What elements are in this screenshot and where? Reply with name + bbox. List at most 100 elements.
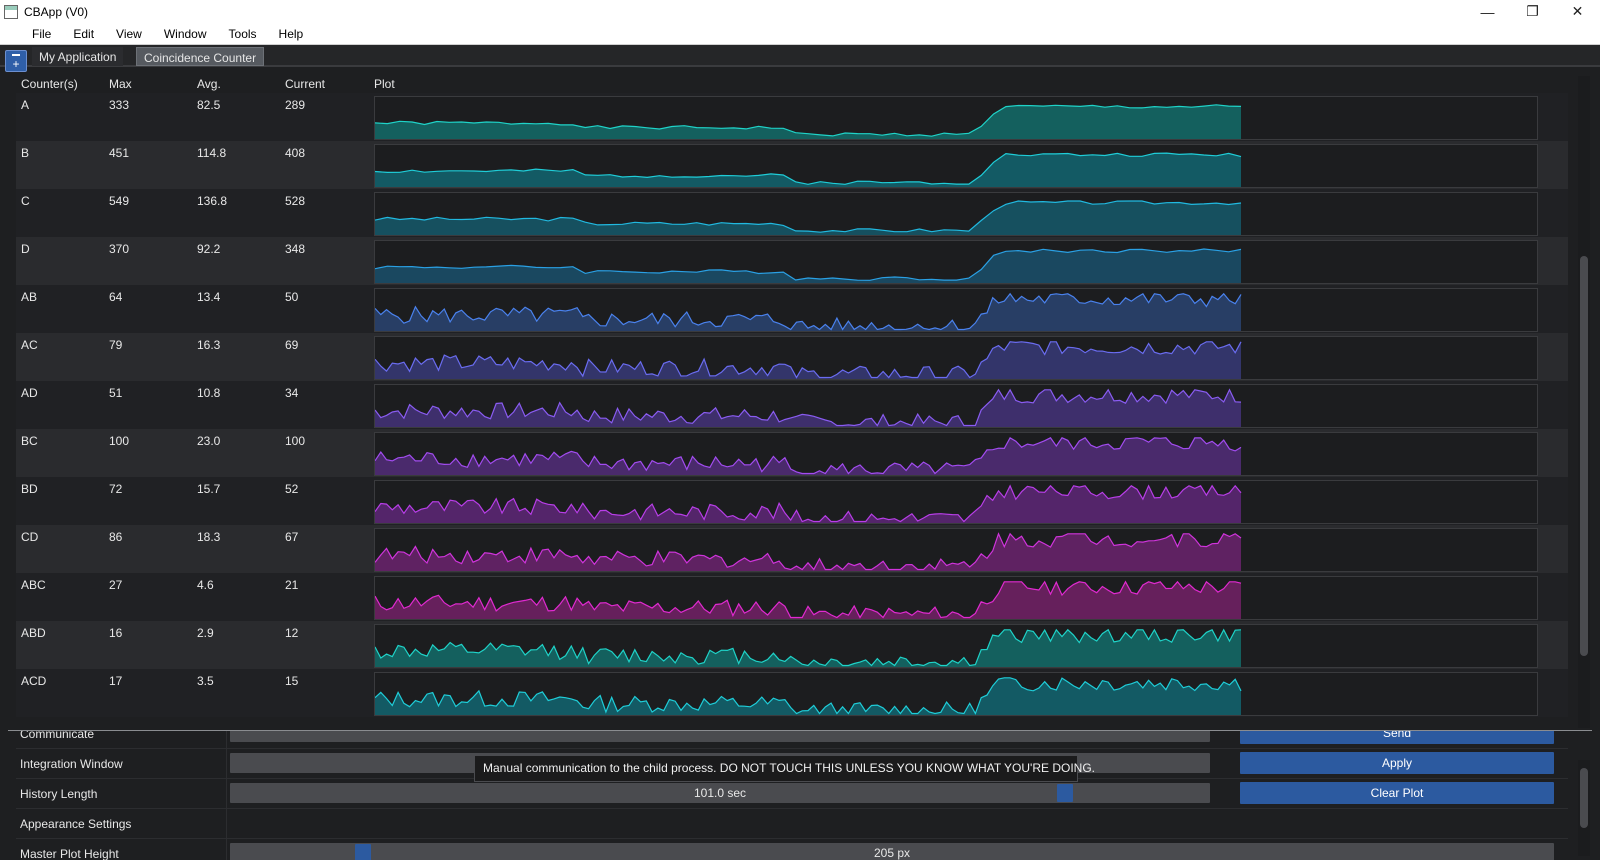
- menu-tools[interactable]: Tools: [219, 27, 269, 41]
- table-row: AD 51 10.8 34: [16, 381, 1568, 429]
- counter-plot[interactable]: [374, 672, 1538, 716]
- counter-current: 21: [285, 578, 299, 592]
- menu-bar: File Edit View Window Tools Help: [0, 23, 1600, 45]
- communicate-label: Communicate: [20, 731, 95, 741]
- counter-avg: 82.5: [197, 98, 221, 112]
- counter-max: 333: [109, 98, 130, 112]
- menu-edit[interactable]: Edit: [63, 27, 106, 41]
- settings-scrollbar[interactable]: [1578, 760, 1590, 856]
- menu-file[interactable]: File: [22, 27, 63, 41]
- integration-window-label: Integration Window: [20, 757, 123, 771]
- counter-avg: 15.7: [197, 482, 221, 496]
- counter-avg: 16.3: [197, 338, 221, 352]
- table-scrollbar[interactable]: [1578, 76, 1590, 728]
- table-row: AB 64 13.4 50: [16, 285, 1568, 333]
- counter-plot[interactable]: [374, 624, 1538, 668]
- apply-button[interactable]: Apply: [1240, 752, 1554, 774]
- counter-max: 27: [109, 578, 123, 592]
- counter-plot[interactable]: [374, 144, 1538, 188]
- counter-name: ABD: [21, 626, 46, 640]
- history-length-label: History Length: [20, 787, 98, 801]
- counter-name: BC: [21, 434, 38, 448]
- table-scrollbar-thumb[interactable]: [1580, 256, 1588, 656]
- counter-current: 100: [285, 434, 306, 448]
- table-row: ACD 17 3.5 15: [16, 669, 1568, 717]
- dock-menu-button[interactable]: +: [5, 50, 27, 72]
- window-controls: — ❐ ✕: [1465, 0, 1600, 23]
- table-row: BD 72 15.7 52: [16, 477, 1568, 525]
- close-button[interactable]: ✕: [1555, 0, 1600, 23]
- sparkline-area: [375, 677, 1241, 715]
- header-plot: Plot: [374, 77, 395, 91]
- counter-avg: 10.8: [197, 386, 221, 400]
- menu-view[interactable]: View: [106, 27, 154, 41]
- table-row: ABD 16 2.9 12: [16, 621, 1568, 669]
- table-row: C 549 136.8 528: [16, 189, 1568, 237]
- counter-max: 16: [109, 626, 123, 640]
- sparkline-area: [375, 533, 1241, 571]
- menu-window[interactable]: Window: [154, 27, 219, 41]
- history-length-row: History Length 101.0 sec Clear Plot: [16, 779, 1568, 809]
- table-row: AC 79 16.3 69: [16, 333, 1568, 381]
- menu-help[interactable]: Help: [269, 27, 316, 41]
- counter-avg: 4.6: [197, 578, 214, 592]
- send-button[interactable]: Send: [1240, 731, 1554, 744]
- sparkline-area: [375, 341, 1241, 379]
- counter-avg: 136.8: [197, 194, 228, 208]
- counter-plot[interactable]: [374, 96, 1538, 140]
- counter-plot[interactable]: [374, 480, 1538, 524]
- table-header: Counter(s) Max Avg. Current Plot: [16, 76, 1568, 93]
- window-title: CBApp (V0): [24, 4, 89, 19]
- communicate-row: Communicate Send: [16, 731, 1568, 749]
- clear-plot-button[interactable]: Clear Plot: [1240, 782, 1554, 804]
- table-row: D 370 92.2 348: [16, 237, 1568, 285]
- sparkline-chart: [375, 200, 1242, 235]
- restore-button[interactable]: ❐: [1510, 0, 1555, 23]
- master-plot-height-row: Master Plot Height 205 px: [16, 839, 1568, 860]
- tab-my-application[interactable]: My Application: [32, 47, 124, 66]
- table-row: A 333 82.5 289: [16, 93, 1568, 141]
- sparkline-chart: [375, 104, 1242, 139]
- sparkline-chart: [375, 436, 1242, 475]
- counter-current: 50: [285, 290, 299, 304]
- header-max: Max: [109, 77, 132, 91]
- table-row: B 451 114.8 408: [16, 141, 1568, 189]
- sparkline-chart: [375, 484, 1242, 523]
- communicate-input[interactable]: [230, 731, 1210, 742]
- title-bar: CBApp (V0) — ❐ ✕: [0, 0, 1600, 23]
- counter-plot[interactable]: [374, 336, 1538, 380]
- sparkline-chart: [375, 532, 1242, 571]
- counter-max: 86: [109, 530, 123, 544]
- counter-name: ABC: [21, 578, 46, 592]
- master-plot-height-slider[interactable]: 205 px: [230, 843, 1554, 860]
- counter-plot[interactable]: [374, 384, 1538, 428]
- counter-avg: 13.4: [197, 290, 221, 304]
- counter-max: 64: [109, 290, 123, 304]
- counter-current: 15: [285, 674, 299, 688]
- sparkline-area: [375, 437, 1241, 475]
- tab-bar: + My Application Coincidence Counter: [0, 45, 1600, 72]
- counter-plot[interactable]: [374, 240, 1538, 284]
- tab-coincidence-counter[interactable]: Coincidence Counter: [136, 47, 265, 66]
- master-plot-height-slider-grab[interactable]: [355, 844, 371, 860]
- counter-current: 289: [285, 98, 306, 112]
- counter-name: D: [21, 242, 30, 256]
- counter-plot[interactable]: [374, 432, 1538, 476]
- minimize-button[interactable]: —: [1465, 0, 1510, 23]
- plus-icon: +: [12, 57, 20, 71]
- communicate-tooltip: Manual communication to the child proces…: [474, 755, 1095, 782]
- counter-plot[interactable]: [374, 528, 1538, 572]
- sparkline-chart: [375, 292, 1242, 331]
- counter-current: 52: [285, 482, 299, 496]
- counter-max: 100: [109, 434, 130, 448]
- counter-max: 17: [109, 674, 123, 688]
- history-length-slider-grab[interactable]: [1057, 784, 1073, 802]
- counter-plot[interactable]: [374, 288, 1538, 332]
- counter-name: A: [21, 98, 30, 112]
- settings-scrollbar-thumb[interactable]: [1580, 768, 1588, 828]
- counter-name: ACD: [21, 674, 47, 688]
- table-row: ABC 27 4.6 21: [16, 573, 1568, 621]
- counter-max: 51: [109, 386, 123, 400]
- counter-plot[interactable]: [374, 576, 1538, 620]
- counter-plot[interactable]: [374, 192, 1538, 236]
